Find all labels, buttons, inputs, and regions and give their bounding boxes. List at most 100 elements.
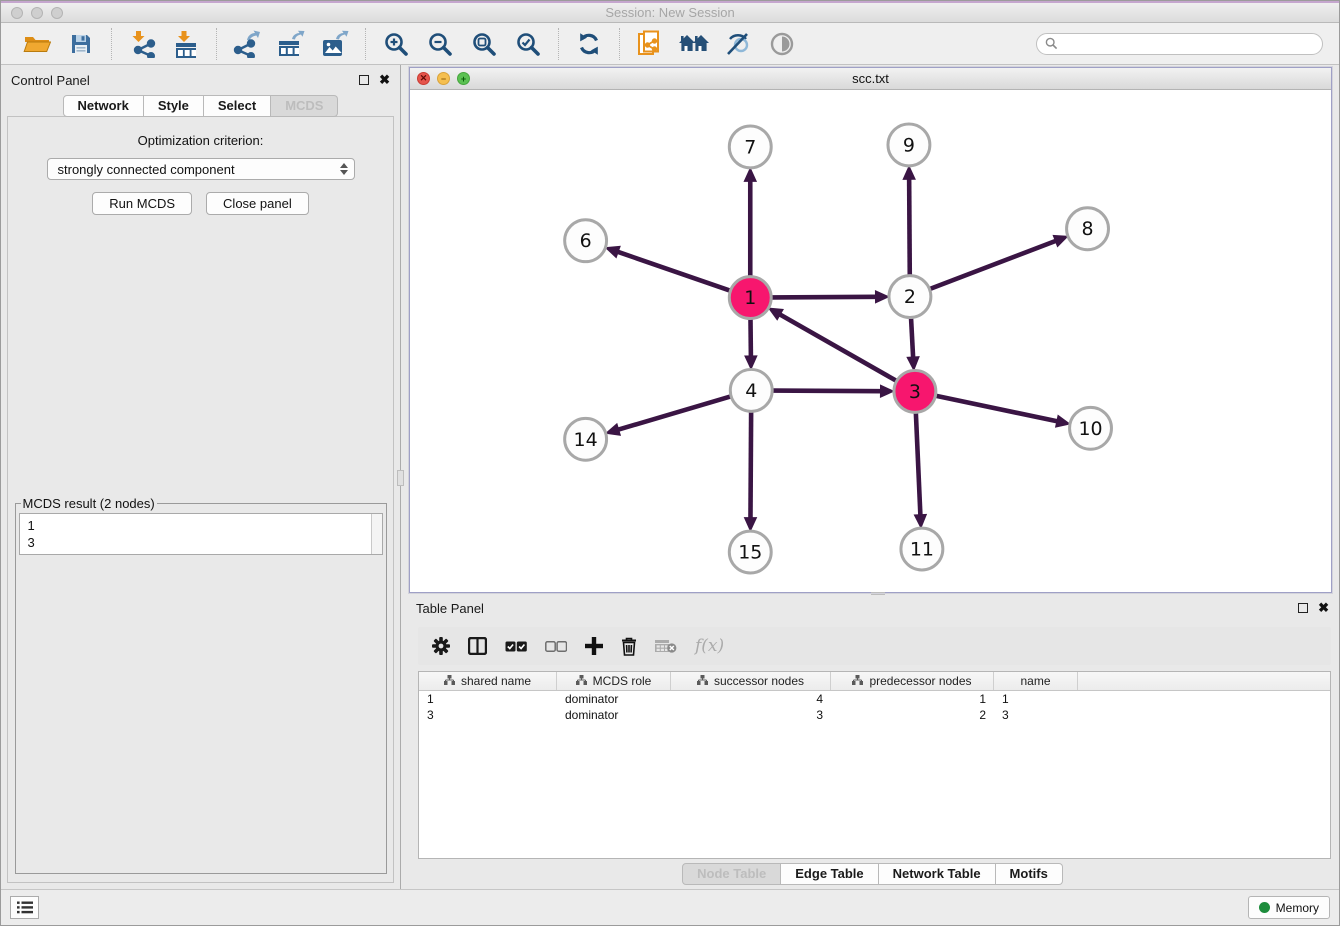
export-table-icon[interactable]: [273, 27, 309, 61]
tab-network-table[interactable]: Network Table: [879, 863, 996, 885]
table-header-row: shared nameMCDS role successor nodes prede…: [419, 672, 1330, 691]
cell-successor-nodes[interactable]: 4: [671, 691, 831, 707]
graph-edge-4-15[interactable]: [744, 412, 758, 532]
frame-resize-handle[interactable]: [871, 592, 885, 595]
cell-MCDS-role[interactable]: dominator: [557, 707, 671, 723]
add-column-icon[interactable]: [585, 637, 603, 655]
first-neighbors-icon[interactable]: [676, 27, 712, 61]
cell-shared-name[interactable]: 1: [419, 691, 557, 707]
graph-edge-2-8[interactable]: [930, 235, 1068, 289]
column-header-shared-name[interactable]: shared name: [419, 672, 557, 690]
panel-splitter-handle[interactable]: [397, 470, 404, 486]
graph-node-11[interactable]: 11: [901, 528, 943, 570]
table-row[interactable]: 1dominator411: [419, 691, 1330, 707]
control-panel-tabs: NetworkStyleSelectMCDS: [63, 95, 339, 117]
tab-select[interactable]: Select: [204, 95, 271, 117]
select-all-icon[interactable]: [505, 641, 527, 652]
hide-graphics-details-icon[interactable]: [720, 27, 756, 61]
column-label: predecessor nodes: [869, 674, 971, 688]
tab-network[interactable]: Network: [63, 95, 144, 117]
graph-node-8[interactable]: 8: [1067, 208, 1109, 250]
close-panel-button[interactable]: Close panel: [206, 192, 309, 215]
import-network-icon[interactable]: [124, 27, 160, 61]
run-mcds-button[interactable]: Run MCDS: [92, 192, 192, 215]
graph-node-7[interactable]: 7: [729, 126, 771, 168]
task-history-button[interactable]: [10, 896, 39, 919]
graph-node-3[interactable]: 3: [894, 370, 936, 412]
delete-table-icon[interactable]: [655, 639, 677, 653]
graph-edge-2-3[interactable]: [906, 319, 920, 372]
gear-icon[interactable]: [432, 637, 450, 655]
window-titlebar: Session: New Session: [1, 1, 1339, 23]
float-panel-icon[interactable]: [359, 75, 369, 85]
export-network-icon[interactable]: [229, 27, 265, 61]
graph-node-10[interactable]: 10: [1070, 407, 1112, 449]
column-label: name: [1020, 674, 1050, 688]
zoom-fit-icon[interactable]: [466, 27, 502, 61]
cell-name[interactable]: 1: [994, 691, 1078, 707]
tab-style[interactable]: Style: [144, 95, 204, 117]
zoom-out-icon[interactable]: [422, 27, 458, 61]
close-panel-icon[interactable]: ✖: [379, 72, 390, 88]
table-row[interactable]: 3dominator323: [419, 707, 1330, 723]
graph-node-14[interactable]: 14: [565, 418, 607, 460]
network-canvas[interactable]: 7 9 6 8 1 2 4 3 14 10 15 11: [410, 90, 1331, 592]
mcds-result-item[interactable]: 3: [28, 534, 363, 551]
graph-node-4[interactable]: 4: [730, 369, 772, 411]
zoom-in-icon[interactable]: [378, 27, 414, 61]
graph-edge-1-4[interactable]: [744, 320, 758, 371]
graph-edge-1-7[interactable]: [743, 167, 757, 276]
graph-node-15[interactable]: 15: [729, 531, 771, 573]
cell-successor-nodes[interactable]: 3: [671, 707, 831, 723]
graph-node-9[interactable]: 9: [888, 124, 930, 166]
tab-node-table[interactable]: Node Table: [682, 863, 781, 885]
zoom-selected-icon[interactable]: [510, 27, 546, 61]
graph-node-6[interactable]: 6: [565, 220, 607, 262]
cell-predecessor-nodes[interactable]: 2: [831, 707, 994, 723]
open-file-icon[interactable]: [19, 27, 55, 61]
show-graphics-details-icon[interactable]: [764, 27, 800, 61]
graph-edge-3-1[interactable]: [768, 307, 896, 380]
column-header-MCDS-role[interactable]: MCDS role: [557, 672, 671, 690]
tab-motifs[interactable]: Motifs: [996, 863, 1063, 885]
graph-node-2[interactable]: 2: [889, 276, 931, 318]
graph-edge-1-2[interactable]: [772, 290, 890, 304]
mcds-result-item[interactable]: 1: [28, 517, 363, 534]
column-label: successor nodes: [714, 674, 804, 688]
mcds-result-list[interactable]: 13: [20, 514, 371, 554]
criterion-select[interactable]: strongly connected component: [47, 158, 355, 180]
column-header-predecessor-nodes[interactable]: predecessor nodes: [831, 672, 994, 690]
cell-MCDS-role[interactable]: dominator: [557, 691, 671, 707]
network-window-titlebar[interactable]: ✕ − + scc.txt: [410, 68, 1331, 90]
graph-edge-3-10[interactable]: [936, 396, 1071, 428]
search-input[interactable]: [1063, 37, 1314, 51]
columns-icon[interactable]: [468, 637, 487, 655]
function-builder-icon[interactable]: f(x): [695, 636, 724, 656]
column-header-name[interactable]: name: [994, 672, 1078, 690]
graph-edge-1-6[interactable]: [604, 246, 729, 291]
column-header-successor-nodes[interactable]: successor nodes: [671, 672, 831, 690]
cell-predecessor-nodes[interactable]: 1: [831, 691, 994, 707]
graph-edge-3-11[interactable]: [914, 413, 928, 529]
import-table-icon[interactable]: [168, 27, 204, 61]
deselect-all-icon[interactable]: [545, 641, 567, 652]
svg-text:6: 6: [580, 230, 592, 252]
graph-edge-2-9[interactable]: [902, 165, 916, 275]
graph-edge-4-14[interactable]: [605, 397, 730, 436]
tab-edge-table[interactable]: Edge Table: [781, 863, 878, 885]
tab-mcds[interactable]: MCDS: [271, 95, 338, 117]
cell-shared-name[interactable]: 3: [419, 707, 557, 723]
graph-node-1[interactable]: 1: [729, 277, 771, 319]
result-scrollbar[interactable]: [371, 514, 382, 554]
save-session-icon[interactable]: [63, 27, 99, 61]
refresh-icon[interactable]: [571, 27, 607, 61]
cell-name[interactable]: 3: [994, 707, 1078, 723]
delete-column-icon[interactable]: [621, 637, 637, 656]
close-panel-icon[interactable]: ✖: [1318, 600, 1329, 616]
memory-button[interactable]: Memory: [1248, 896, 1330, 919]
network-file-icon[interactable]: [632, 27, 668, 61]
export-image-icon[interactable]: [317, 27, 353, 61]
float-panel-icon[interactable]: [1298, 603, 1308, 613]
graph-edge-4-3[interactable]: [773, 384, 895, 398]
status-bar: Memory: [1, 889, 1339, 925]
